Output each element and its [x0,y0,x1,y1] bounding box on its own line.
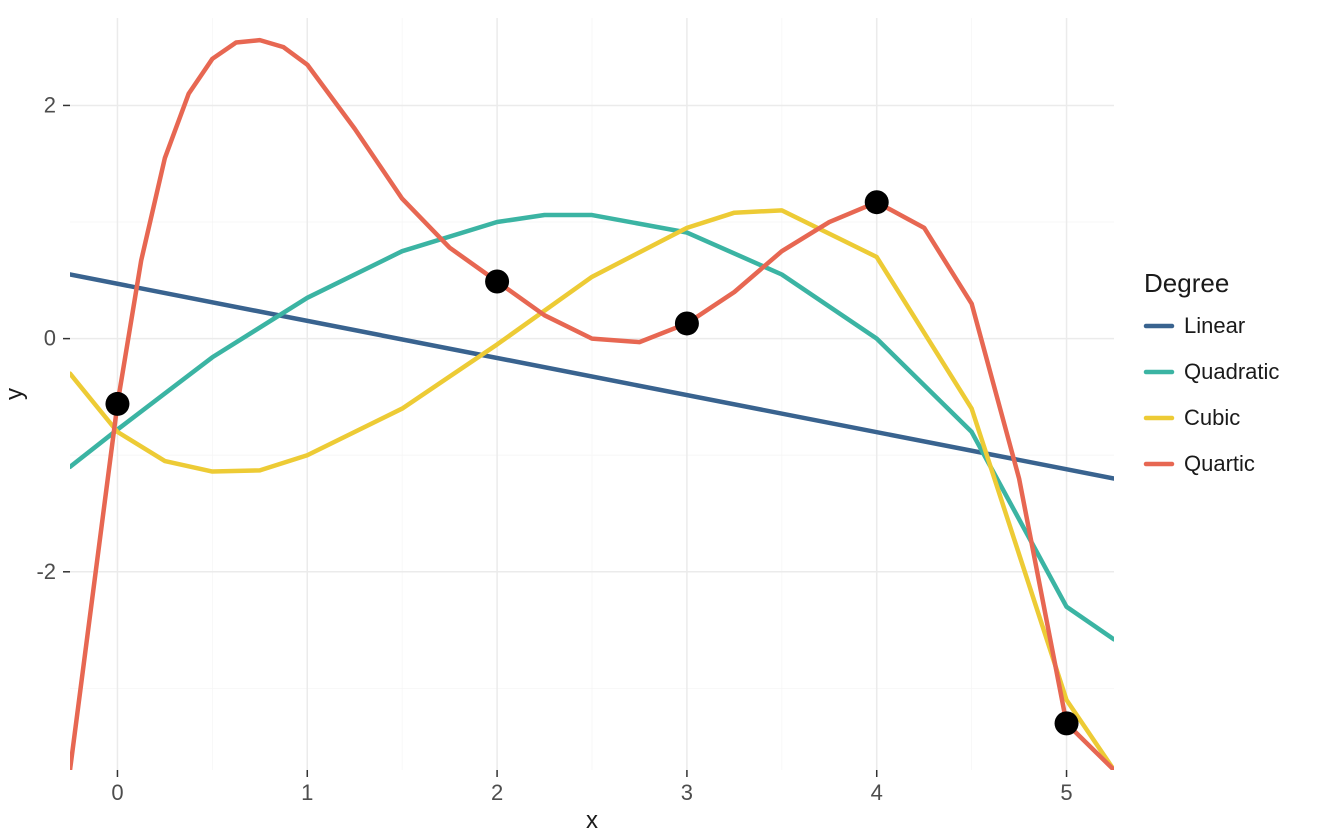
legend-label-quartic: Quartic [1184,451,1255,476]
x-axis-title: x [586,807,598,834]
x-tick-label: 4 [871,780,883,805]
x-tick-label: 1 [301,780,313,805]
y-tick-label: -2 [36,559,56,584]
plot-panel: 0 1 2 3 4 5 -2 0 2 [36,18,1114,805]
legend-label-quadratic: Quadratic [1184,359,1279,384]
data-point [1055,711,1079,735]
data-point [485,269,509,293]
x-tick-label: 3 [681,780,693,805]
legend-title: Degree [1144,268,1229,298]
chart-container: { "chart_data": { "type": "line", "xlabe… [0,0,1344,840]
chart-svg: 0 1 2 3 4 5 -2 0 2 y x Degree Linear Quadratic Cub… [0,0,1344,840]
x-tick-label: 0 [111,780,123,805]
x-tick-label: 2 [491,780,503,805]
legend-label-linear: Linear [1184,313,1245,338]
legend: Degree Linear Quadratic Cubic Quartic [1144,268,1279,478]
data-point [105,392,129,416]
y-axis-title: y [1,388,28,400]
legend-label-cubic: Cubic [1184,405,1240,430]
data-point [865,190,889,214]
x-tick-label: 5 [1060,780,1072,805]
y-tick-label: 2 [44,92,56,117]
data-point [675,311,699,335]
y-tick-label: 0 [44,326,56,351]
